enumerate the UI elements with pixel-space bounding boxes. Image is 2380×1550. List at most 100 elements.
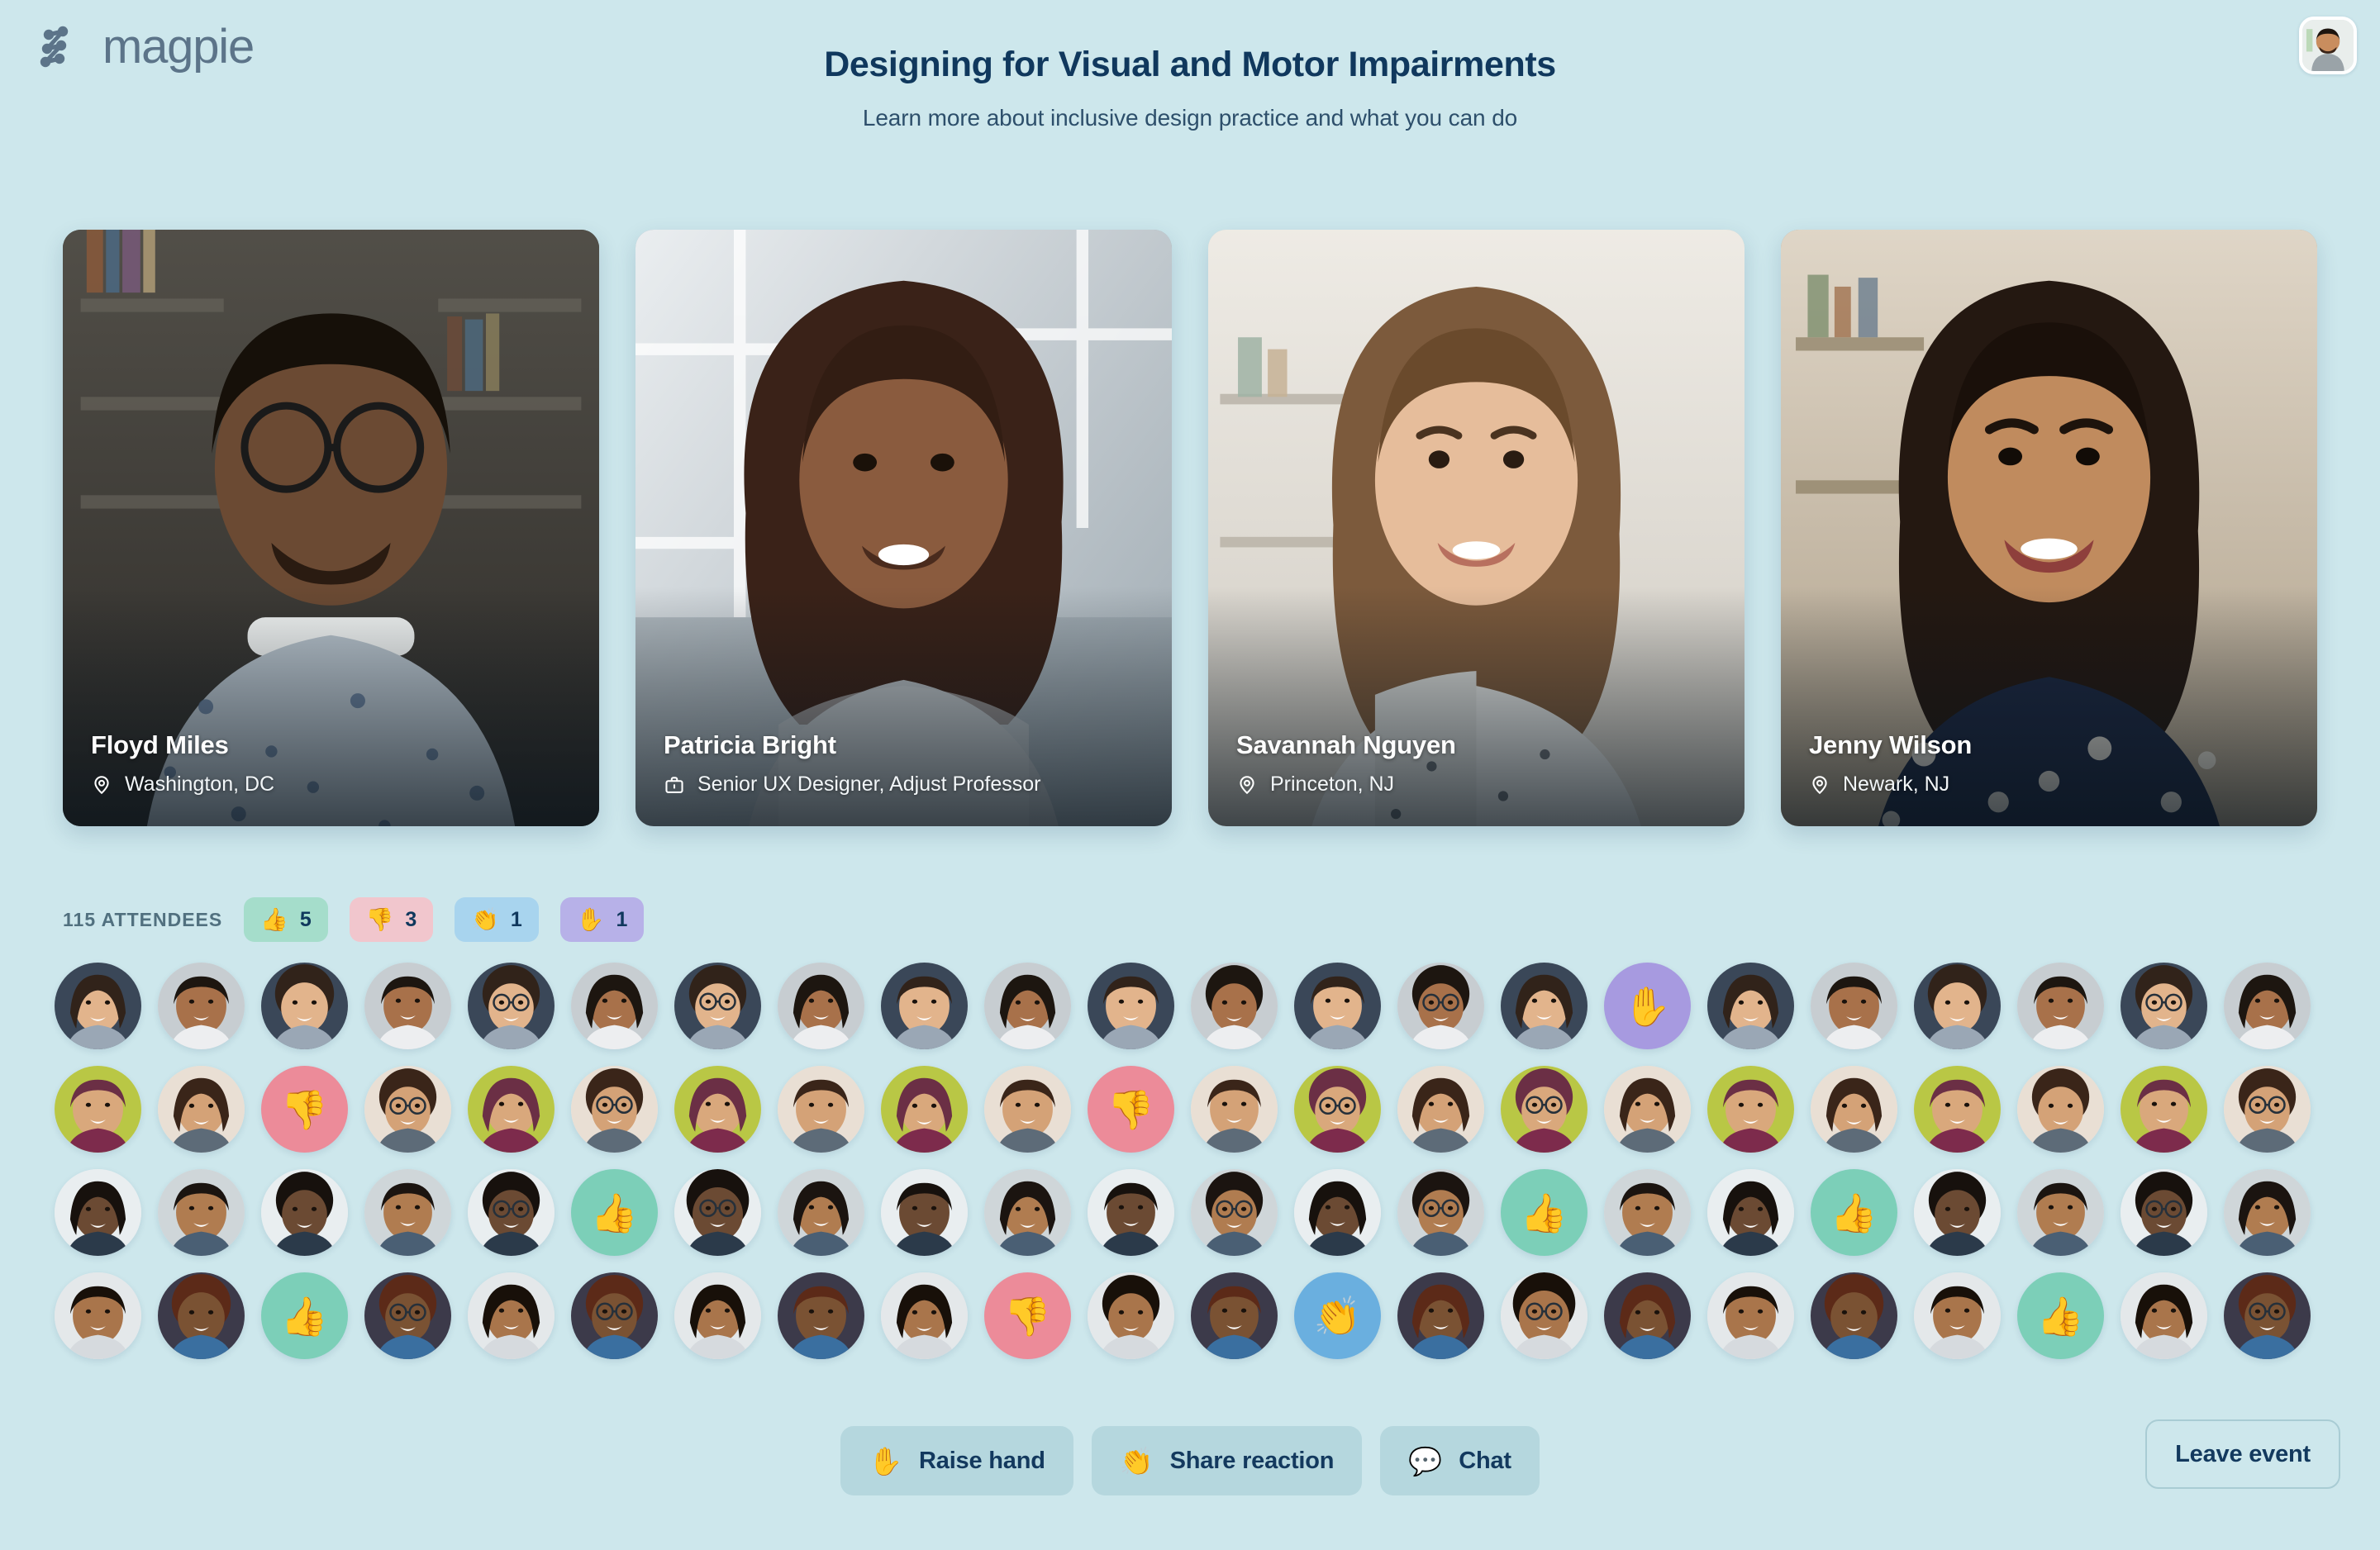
attendee-avatar[interactable]	[778, 1066, 864, 1153]
attendee-reaction-thumbs-up[interactable]: 👍	[261, 1272, 348, 1359]
attendee-avatar[interactable]	[364, 1066, 451, 1153]
speaker-card[interactable]: Floyd Miles Washington, DC	[63, 230, 599, 826]
current-user-avatar[interactable]	[2299, 17, 2357, 74]
reaction-pill-thumbs-down[interactable]: 👎 3	[349, 897, 434, 942]
attendee-avatar[interactable]	[984, 1066, 1071, 1153]
attendee-avatar[interactable]	[1707, 963, 1794, 1049]
attendee-avatar[interactable]	[1294, 963, 1381, 1049]
attendee-avatar[interactable]	[2121, 1066, 2207, 1153]
attendee-avatar[interactable]	[1088, 1272, 1174, 1359]
attendee-avatar[interactable]	[1604, 1066, 1691, 1153]
attendee-reaction-thumbs-up[interactable]: 👍	[2017, 1272, 2104, 1359]
attendee-avatar[interactable]	[881, 1066, 968, 1153]
attendee-avatar[interactable]	[2121, 1169, 2207, 1256]
attendee-avatar[interactable]	[984, 963, 1071, 1049]
attendee-avatar[interactable]	[2121, 963, 2207, 1049]
raise-hand-button[interactable]: ✋ Raise hand	[840, 1426, 1073, 1495]
attendee-avatar[interactable]	[55, 1272, 141, 1359]
attendee-avatar[interactable]	[158, 1272, 245, 1359]
attendee-avatar[interactable]	[2017, 1169, 2104, 1256]
attendee-avatar[interactable]	[158, 1066, 245, 1153]
attendee-avatar[interactable]	[55, 1169, 141, 1256]
chat-button[interactable]: 💬 Chat	[1380, 1426, 1540, 1495]
reaction-pill-raised-hand[interactable]: ✋ 1	[559, 897, 645, 942]
attendee-avatar[interactable]	[674, 1066, 761, 1153]
attendee-avatar[interactable]	[468, 1272, 555, 1359]
attendee-avatar[interactable]	[55, 963, 141, 1049]
attendee-avatar[interactable]	[778, 1272, 864, 1359]
attendee-reaction-thumbs-down[interactable]: 👎	[261, 1066, 348, 1153]
attendee-avatar[interactable]	[1191, 1272, 1278, 1359]
attendee-avatar[interactable]	[984, 1169, 1071, 1256]
attendee-avatar[interactable]	[1191, 963, 1278, 1049]
attendee-avatar[interactable]	[1811, 1272, 1897, 1359]
attendee-avatar[interactable]	[1501, 1066, 1587, 1153]
reaction-pill-thumbs-up[interactable]: 👍 5	[244, 897, 328, 942]
leave-event-button[interactable]: Leave event	[2145, 1419, 2340, 1489]
attendee-avatar[interactable]	[2121, 1272, 2207, 1359]
attendee-avatar[interactable]	[1501, 963, 1587, 1049]
attendee-reaction-thumbs-up[interactable]: 👍	[1811, 1169, 1897, 1256]
attendee-avatar[interactable]	[674, 1169, 761, 1256]
attendee-avatar[interactable]	[881, 1272, 968, 1359]
attendee-avatar[interactable]	[571, 963, 658, 1049]
attendee-avatar[interactable]	[1604, 1169, 1691, 1256]
attendee-reaction-thumbs-up[interactable]: 👍	[1501, 1169, 1587, 1256]
attendee-avatar[interactable]	[674, 1272, 761, 1359]
attendee-avatar[interactable]	[158, 963, 245, 1049]
attendee-avatar[interactable]	[1914, 963, 2001, 1049]
reaction-pill-clap[interactable]: 👏 1	[455, 897, 539, 942]
attendee-avatar[interactable]	[571, 1066, 658, 1153]
speaker-card[interactable]: Savannah Nguyen Princeton, NJ	[1208, 230, 1745, 826]
attendee-avatar[interactable]	[1397, 963, 1484, 1049]
attendee-avatar[interactable]	[1707, 1272, 1794, 1359]
attendee-avatar[interactable]	[674, 963, 761, 1049]
attendee-avatar[interactable]	[1088, 1169, 1174, 1256]
attendee-avatar[interactable]	[261, 1169, 348, 1256]
attendee-avatar[interactable]	[364, 1272, 451, 1359]
attendee-avatar[interactable]	[2224, 1066, 2311, 1153]
attendee-avatar[interactable]	[1707, 1169, 1794, 1256]
speaker-card[interactable]: Patricia Bright Senior UX Designer, Adju…	[635, 230, 1172, 826]
speaker-card[interactable]: Jenny Wilson Newark, NJ	[1781, 230, 2317, 826]
attendee-avatar[interactable]	[468, 1066, 555, 1153]
attendee-avatar[interactable]	[881, 1169, 968, 1256]
attendee-avatar[interactable]	[158, 1169, 245, 1256]
attendee-avatar[interactable]	[2017, 963, 2104, 1049]
attendee-avatar[interactable]	[1914, 1272, 2001, 1359]
attendee-avatar[interactable]	[364, 963, 451, 1049]
attendee-avatar[interactable]	[1088, 963, 1174, 1049]
attendee-avatar[interactable]	[1397, 1066, 1484, 1153]
attendee-avatar[interactable]	[1191, 1066, 1278, 1153]
attendee-avatar[interactable]	[261, 963, 348, 1049]
attendee-avatar[interactable]	[1397, 1272, 1484, 1359]
attendee-reaction-thumbs-up[interactable]: 👍	[571, 1169, 658, 1256]
attendee-avatar[interactable]	[881, 963, 968, 1049]
attendee-avatar[interactable]	[2017, 1066, 2104, 1153]
attendee-avatar[interactable]	[1501, 1272, 1587, 1359]
attendee-avatar[interactable]	[468, 963, 555, 1049]
attendee-reaction-clap[interactable]: 👏	[1294, 1272, 1381, 1359]
attendee-avatar[interactable]	[2224, 963, 2311, 1049]
attendee-avatar[interactable]	[1191, 1169, 1278, 1256]
attendee-avatar[interactable]	[1811, 963, 1897, 1049]
attendee-avatar[interactable]	[55, 1066, 141, 1153]
attendee-avatar[interactable]	[1294, 1066, 1381, 1153]
attendee-avatar[interactable]	[778, 1169, 864, 1256]
attendee-avatar[interactable]	[1397, 1169, 1484, 1256]
attendee-reaction-thumbs-down[interactable]: 👎	[1088, 1066, 1174, 1153]
attendee-avatar[interactable]	[364, 1169, 451, 1256]
attendee-avatar[interactable]	[2224, 1169, 2311, 1256]
attendee-avatar[interactable]	[1707, 1066, 1794, 1153]
attendee-avatar[interactable]	[1914, 1169, 2001, 1256]
attendee-avatar[interactable]	[468, 1169, 555, 1256]
attendee-avatar[interactable]	[571, 1272, 658, 1359]
attendee-reaction-thumbs-down[interactable]: 👎	[984, 1272, 1071, 1359]
attendee-reaction-raised-hand[interactable]: ✋	[1604, 963, 1691, 1049]
attendee-avatar[interactable]	[1811, 1066, 1897, 1153]
attendee-avatar[interactable]	[778, 963, 864, 1049]
attendee-avatar[interactable]	[1294, 1169, 1381, 1256]
attendee-avatar[interactable]	[1604, 1272, 1691, 1359]
attendee-avatar[interactable]	[2224, 1272, 2311, 1359]
share-reaction-button[interactable]: 👏 Share reaction	[1091, 1426, 1363, 1495]
